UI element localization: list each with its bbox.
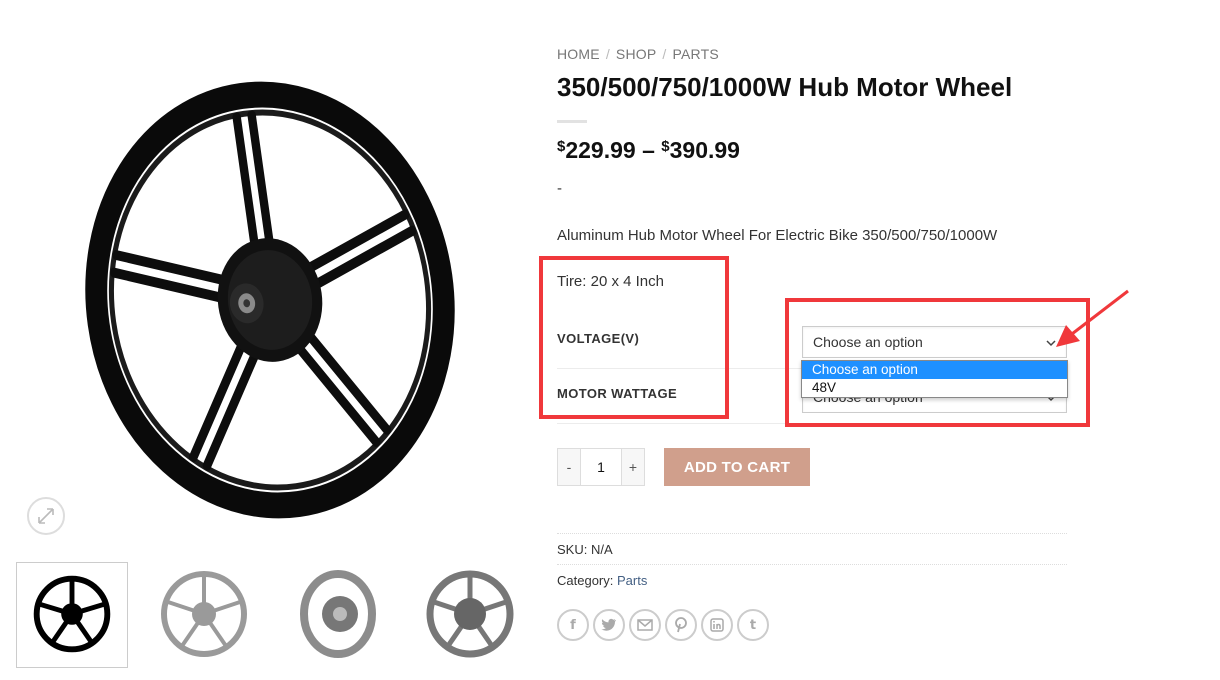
sku-line: SKU: N/A (557, 542, 613, 557)
breadcrumb: HOME / SHOP / PARTS (557, 46, 719, 62)
quantity-input[interactable]: 1 (580, 449, 622, 485)
currency-symbol: $ (661, 138, 670, 155)
sku-value: N/A (590, 542, 613, 557)
zoom-expand-button[interactable] (27, 497, 65, 535)
thumbnail-3[interactable] (282, 562, 394, 668)
tumblr-icon[interactable]: t (737, 609, 769, 641)
twitter-icon[interactable] (593, 609, 625, 641)
category-label: Category: (557, 573, 614, 588)
annotation-box-labels (539, 256, 729, 419)
product-title: 350/500/750/1000W Hub Motor Wheel (557, 72, 1013, 102)
add-to-cart-button[interactable]: ADD TO CART (664, 448, 810, 486)
breadcrumb-home[interactable]: HOME (557, 46, 600, 62)
price-separator: – (642, 137, 655, 163)
short-description: Aluminum Hub Motor Wheel For Electric Bi… (557, 227, 998, 244)
quantity-plus-button[interactable]: + (622, 449, 644, 485)
quantity-minus-button[interactable]: - (558, 449, 580, 485)
linkedin-icon[interactable] (701, 609, 733, 641)
facebook-icon[interactable]: f (557, 609, 589, 641)
category-line: Category: Parts (557, 573, 647, 588)
meta-divider (557, 533, 1067, 534)
annotation-arrow-icon (1056, 289, 1129, 347)
title-divider (557, 120, 587, 123)
meta-divider (557, 564, 1067, 565)
quantity-stepper: - 1 + (557, 448, 645, 486)
breadcrumb-separator: / (662, 46, 667, 62)
breadcrumb-shop[interactable]: SHOP (616, 46, 656, 62)
price-max: 390.99 (669, 137, 740, 163)
annotation-box-dropdown (785, 298, 1090, 427)
sku-label: SKU: (557, 542, 588, 557)
breadcrumb-parts[interactable]: PARTS (672, 46, 718, 62)
thumbnail-4[interactable] (414, 562, 526, 668)
category-link[interactable]: Parts (617, 573, 647, 588)
pinterest-icon[interactable] (665, 609, 697, 641)
share-icons: f t (557, 609, 769, 641)
expand-icon (38, 508, 54, 524)
thumbnail-1[interactable] (16, 562, 128, 668)
thumbnail-2[interactable] (148, 562, 260, 668)
price-min: 229.99 (565, 137, 636, 163)
email-icon[interactable] (629, 609, 661, 641)
breadcrumb-separator: / (605, 46, 610, 62)
main-product-image[interactable] (60, 70, 480, 530)
dash-text: - (557, 180, 562, 197)
product-price: $229.99 – $390.99 (557, 137, 740, 164)
